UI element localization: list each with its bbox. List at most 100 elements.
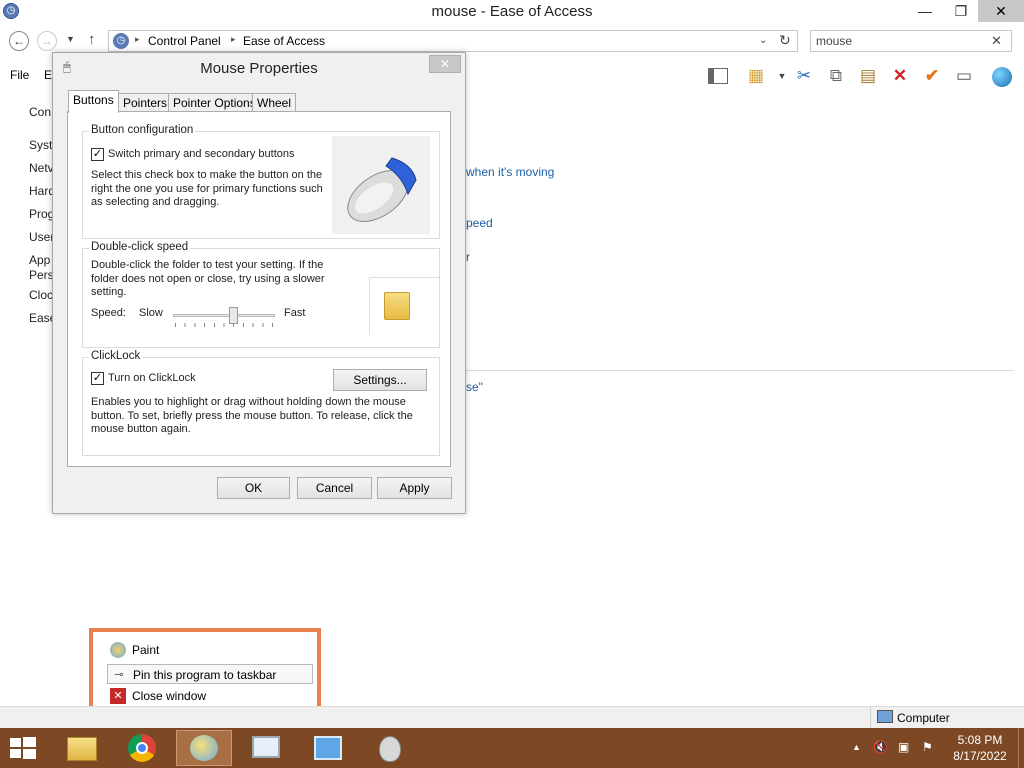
chevron-down-icon[interactable]: ▼	[770, 65, 794, 87]
breadcrumb-separator: ▸	[231, 34, 236, 44]
minimize-button[interactable]: —	[910, 0, 940, 22]
sidenav-item[interactable]: User	[29, 230, 54, 244]
taskbar-resource-monitor[interactable]	[238, 730, 294, 766]
link-se[interactable]: se"	[466, 380, 483, 394]
clicklock-checkbox[interactable]: ✓	[91, 372, 104, 385]
address-bar[interactable]: ◷ ▸ Control Panel ▸ Ease of Access ⌄ ↻	[108, 30, 798, 52]
paint-icon	[190, 735, 218, 761]
fast-label: Fast	[284, 307, 306, 319]
taskbar-paint[interactable]	[176, 730, 232, 766]
sidenav-item[interactable]: Prog	[29, 207, 54, 221]
start-button[interactable]	[8, 736, 38, 760]
control-panel-icon: ◷	[113, 33, 129, 49]
link-moving[interactable]: when it's moving	[466, 165, 554, 179]
cancel-button[interactable]: Cancel	[297, 477, 372, 499]
clock-date: 8/17/2022	[953, 749, 1007, 763]
speed-label: Speed:	[91, 307, 126, 319]
button-configuration-group: Button configuration ✓ Switch primary an…	[82, 124, 440, 239]
chrome-icon	[128, 734, 156, 762]
tab-buttons[interactable]: Buttons	[68, 90, 119, 113]
double-click-speed-group: Double-click speed Double-click the fold…	[82, 241, 440, 348]
restore-button[interactable]: ❐	[946, 0, 976, 22]
checkmark-icon[interactable]: ✔	[920, 65, 944, 87]
sidenav-item[interactable]: Syst	[29, 138, 52, 152]
jump-list-paint[interactable]: Paint	[107, 640, 313, 660]
mouse-image	[332, 136, 430, 234]
clear-search-icon[interactable]: ✕	[991, 33, 1002, 49]
control-panel-icon	[314, 736, 342, 760]
action-center-icon[interactable]: ⚑	[922, 740, 933, 754]
clock-time: 5:08 PM	[957, 733, 1003, 747]
sidenav-item[interactable]: Pers	[29, 268, 54, 282]
mouse-properties-dialog: 🖱 Mouse Properties ✕ Buttons Pointers Po…	[52, 52, 466, 514]
ok-button[interactable]: OK	[217, 477, 290, 499]
slider-track	[173, 314, 275, 317]
folder-options-icon[interactable]: ▦	[744, 65, 768, 87]
double-click-speed-slider[interactable]	[173, 304, 275, 328]
breadcrumb-control-panel[interactable]: Control Panel	[148, 34, 221, 48]
folder-icon	[67, 737, 97, 761]
link-r[interactable]: r	[466, 250, 470, 264]
monitor-icon	[252, 736, 280, 758]
sidenav-item[interactable]: Cloc	[29, 288, 53, 302]
sidenav-item[interactable]: App	[29, 253, 50, 267]
taskbar-mouse[interactable]	[362, 730, 418, 766]
refresh-button[interactable]: ↻	[779, 32, 791, 49]
close-button[interactable]: ✕	[978, 0, 1024, 22]
sidenav-item[interactable]: Con	[29, 105, 51, 119]
taskbar-chrome[interactable]	[114, 730, 170, 766]
clicklock-group: ClickLock ✓ Turn on ClickLock Settings..…	[82, 350, 440, 456]
group-label: ClickLock	[89, 350, 143, 362]
forward-button[interactable]: →	[37, 31, 57, 51]
dialog-title: Mouse Properties	[200, 60, 318, 77]
close-window-label: Close window	[132, 689, 207, 703]
menu-edit[interactable]: E	[44, 68, 52, 82]
test-folder[interactable]	[369, 277, 439, 335]
apply-button[interactable]: Apply	[377, 477, 452, 499]
clicklock-label[interactable]: Turn on ClickLock	[108, 372, 196, 386]
jump-list-close[interactable]: ✕ Close window	[107, 686, 313, 706]
search-input[interactable]: mouse	[816, 34, 852, 48]
window-title: mouse - Ease of Access	[431, 3, 593, 20]
copy-icon[interactable]: ⧉	[824, 65, 848, 87]
clicklock-settings-button[interactable]: Settings...	[333, 369, 427, 391]
taskbar-control-panel[interactable]	[300, 730, 356, 766]
properties-icon[interactable]: ▭	[952, 65, 976, 87]
status-bar: Computer	[0, 706, 1024, 728]
switch-buttons-checkbox[interactable]: ✓	[91, 148, 104, 161]
double-click-description: Double-click the folder to test your set…	[91, 259, 325, 298]
slider-thumb[interactable]	[229, 307, 238, 324]
windows-logo-icon	[10, 737, 36, 759]
show-hidden-icons[interactable]: ▲	[852, 742, 861, 752]
dialog-close-button[interactable]: ✕	[429, 55, 461, 73]
window-titlebar: ◷ mouse - Ease of Access — ❐ ✕	[0, 0, 1024, 24]
back-button[interactable]: ←	[9, 31, 29, 51]
show-desktop-button[interactable]	[1018, 728, 1024, 768]
clock[interactable]: 5:08 PM 8/17/2022	[950, 732, 1010, 764]
up-button[interactable]: ↑	[88, 31, 96, 48]
tab-pointers[interactable]: Pointers	[118, 93, 173, 112]
recent-locations-button[interactable]: ▼	[66, 34, 75, 44]
pin-label: Pin this program to taskbar	[133, 668, 277, 682]
volume-muted-icon[interactable]: 🔇	[873, 740, 888, 754]
network-icon[interactable]: ▣	[898, 740, 909, 754]
tab-wheel[interactable]: Wheel	[252, 93, 297, 112]
breadcrumb-ease-of-access[interactable]: Ease of Access	[243, 34, 325, 48]
globe-icon[interactable]	[990, 65, 1014, 87]
search-box[interactable]: mouse ✕	[810, 30, 1012, 52]
jump-list-pin[interactable]: ⊸ Pin this program to taskbar	[107, 664, 313, 684]
taskbar-file-explorer[interactable]	[54, 730, 110, 766]
paste-icon[interactable]: ▤	[856, 65, 880, 87]
chevron-down-icon[interactable]: ⌄	[759, 35, 767, 46]
preview-pane-icon[interactable]	[706, 65, 730, 87]
cut-icon[interactable]: ✂	[792, 65, 816, 87]
statusbar-divider	[870, 707, 871, 728]
delete-icon[interactable]: ✕	[888, 65, 912, 87]
tab-pointer-options[interactable]: Pointer Options	[168, 93, 261, 112]
link-speed[interactable]: peed	[466, 216, 493, 230]
sidenav-item[interactable]: Netv	[29, 161, 54, 175]
menu-file[interactable]: File	[10, 68, 29, 82]
switch-buttons-label[interactable]: Switch primary and secondary buttons	[108, 148, 294, 162]
address-row: ← → ▼ ↑ ◷ ▸ Control Panel ▸ Ease of Acce…	[0, 28, 1024, 54]
breadcrumb-separator: ▸	[135, 34, 140, 44]
